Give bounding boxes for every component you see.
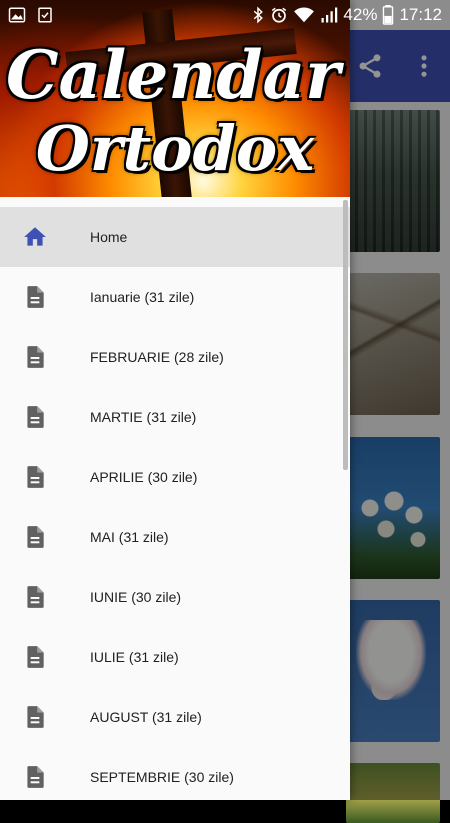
bluetooth-icon <box>254 6 264 24</box>
navigation-drawer: Calendar Ortodox Home Ianuarie (31 zile) <box>0 0 350 800</box>
menu-item-label: SEPTEMBRIE (30 zile) <box>90 769 234 785</box>
menu-item-label: IUNIE (30 zile) <box>90 589 182 605</box>
document-icon <box>27 286 44 308</box>
menu-item-septembrie[interactable]: SEPTEMBRIE (30 zile) <box>0 747 350 800</box>
menu-item-aprilie[interactable]: APRILIE (30 zile) <box>0 447 350 507</box>
drawer-scrollbar[interactable] <box>343 200 348 470</box>
home-icon <box>24 227 46 246</box>
header-title-line1: Calendar <box>5 36 341 114</box>
battery-icon <box>383 5 394 25</box>
menu-item-februarie[interactable]: FEBRUARIE (28 zile) <box>0 327 350 387</box>
header-title-line2: Ortodox <box>35 112 315 185</box>
document-icon <box>27 406 44 428</box>
menu-item-label: FEBRUARIE (28 zile) <box>90 349 224 365</box>
document-icon <box>27 526 44 548</box>
menu-item-label: APRILIE (30 zile) <box>90 469 198 485</box>
signal-icon <box>321 7 338 23</box>
menu-item-label: AUGUST (31 zile) <box>90 709 202 725</box>
menu-item-iulie[interactable]: IULIE (31 zile) <box>0 627 350 687</box>
document-icon <box>27 586 44 608</box>
document-icon <box>27 706 44 728</box>
menu-item-label: Ianuarie (31 zile) <box>90 289 195 305</box>
status-bar: 42% 17:12 <box>0 0 450 30</box>
menu-item-home[interactable]: Home <box>0 207 350 267</box>
clock: 17:12 <box>399 5 442 24</box>
menu-item-label: IULIE (31 zile) <box>90 649 179 665</box>
menu-item-ianuarie[interactable]: Ianuarie (31 zile) <box>0 267 350 327</box>
menu-item-iunie[interactable]: IUNIE (30 zile) <box>0 567 350 627</box>
document-icon <box>27 646 44 668</box>
document-icon <box>27 346 44 368</box>
menu-item-august[interactable]: AUGUST (31 zile) <box>0 687 350 747</box>
menu-item-label: MARTIE (31 zile) <box>90 409 197 425</box>
drawer-menu: Home Ianuarie (31 zile) FEBRUARIE (28 zi… <box>0 207 350 800</box>
wifi-icon <box>294 7 315 23</box>
document-icon <box>27 766 44 788</box>
document-icon <box>27 466 44 488</box>
checklist-icon <box>38 7 52 23</box>
alarm-icon <box>272 7 287 23</box>
menu-item-label: Home <box>90 229 128 245</box>
menu-item-mai[interactable]: MAI (31 zile) <box>0 507 350 567</box>
battery-percent: 42% <box>343 5 378 24</box>
menu-item-label: MAI (31 zile) <box>90 529 169 545</box>
image-icon <box>8 7 26 23</box>
menu-item-martie[interactable]: MARTIE (31 zile) <box>0 387 350 447</box>
